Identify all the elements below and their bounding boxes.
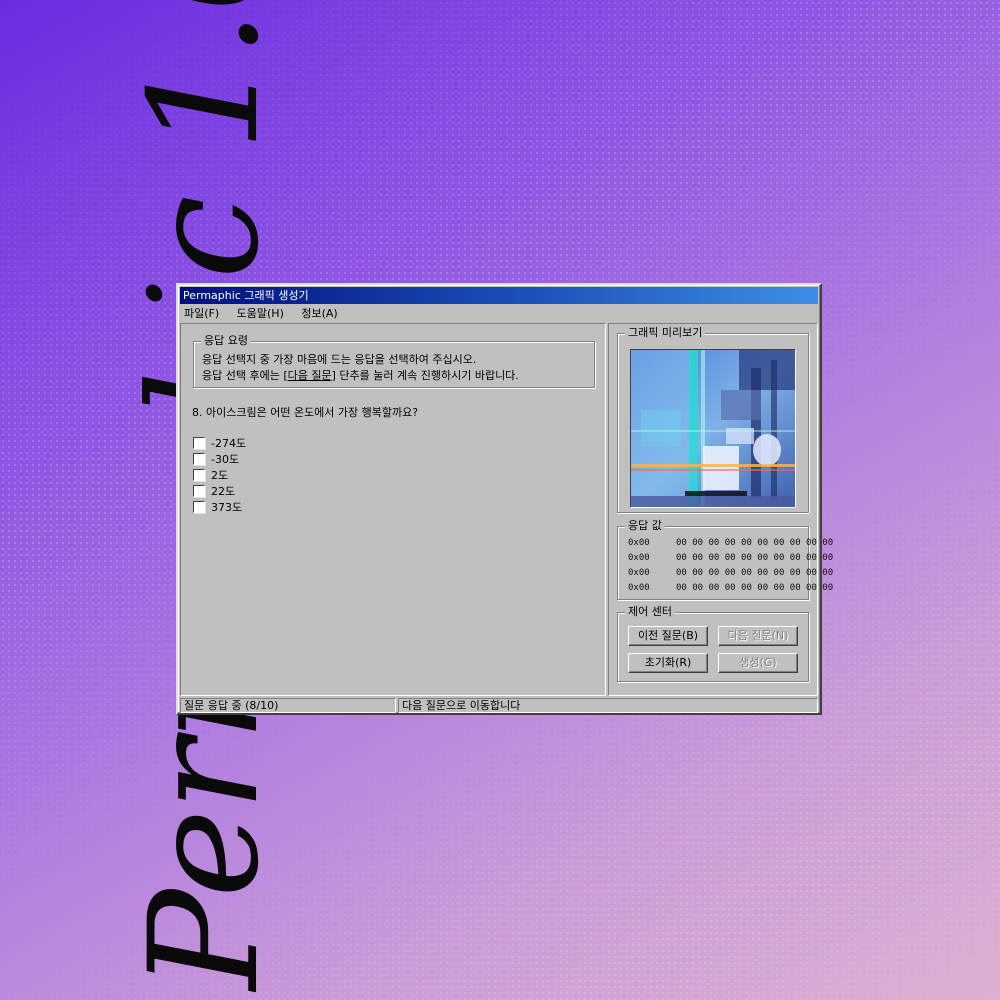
- hex-row: 0x00 00 00 00 00 00 00 00 00 00 00: [628, 583, 834, 593]
- guide-line-2: 응답 선택 후에는 [다음 질문] 단추를 눌러 계속 진행하시기 바랍니다.: [202, 369, 519, 382]
- answer-option[interactable]: 373도: [193, 499, 246, 515]
- guide-line-1: 응답 선택지 중 가장 마음에 드는 응답을 선택하여 주십시오.: [202, 353, 477, 366]
- answer-option[interactable]: 2도: [193, 467, 246, 483]
- response-values-legend: 응답 값: [625, 519, 665, 533]
- window-title[interactable]: Permaphic 그래픽 생성기: [180, 287, 818, 304]
- side-pane: 그래픽 미리보기 응답 값 0x00 00 00 00 00 00 00 00 …: [608, 323, 833, 696]
- hex-row: 0x00 00 00 00 00 00 00 00 00 00 00: [628, 568, 834, 578]
- checkbox[interactable]: [193, 453, 205, 465]
- option-label[interactable]: 22도: [211, 483, 235, 499]
- status-progress: 질문 응답 중 (8/10): [180, 698, 396, 713]
- question-text: 8. 아이스크림은 어떤 온도에서 가장 행복할까요?: [192, 406, 419, 419]
- status-bar: 질문 응답 중 (8/10) 다음 질문으로 이동합니다: [180, 698, 818, 713]
- guide-group: 응답 요령 응답 선택지 중 가장 마음에 드는 응답을 선택하여 주십시오. …: [193, 334, 595, 388]
- option-label[interactable]: 373도: [211, 499, 242, 515]
- checkbox[interactable]: [193, 501, 205, 513]
- status-message: 다음 질문으로 이동합니다: [398, 698, 818, 713]
- option-label[interactable]: -30도: [211, 451, 239, 467]
- graphic-preview-image: [630, 349, 796, 508]
- reset-button[interactable]: 초기화(R): [628, 653, 708, 673]
- control-center-legend: 제어 센터: [625, 605, 675, 619]
- guide-legend: 응답 요령: [201, 334, 251, 348]
- menu-bar: 파일(F) 도움말(H) 정보(A): [184, 306, 352, 322]
- checkbox[interactable]: [193, 437, 205, 449]
- hex-row: 0x00 00 00 00 00 00 00 00 00 00 00: [628, 553, 834, 563]
- menu-file[interactable]: 파일(F): [184, 307, 219, 320]
- hex-row: 0x00 00 00 00 00 00 00 00 00 00 00: [628, 538, 834, 548]
- question-pane: 응답 요령 응답 선택지 중 가장 마음에 드는 응답을 선택하여 주십시오. …: [180, 323, 606, 696]
- next-question-button[interactable]: 다음 질문(N): [718, 626, 798, 646]
- preview-group: 그래픽 미리보기: [617, 326, 809, 513]
- generate-button[interactable]: 생성(G): [718, 653, 798, 673]
- menu-about[interactable]: 정보(A): [301, 307, 337, 320]
- answer-option[interactable]: -274도: [193, 435, 246, 451]
- app-window: Permaphic 그래픽 생성기 파일(F) 도움말(H) 정보(A) 응답 …: [176, 283, 833, 715]
- menu-help[interactable]: 도움말(H): [237, 307, 284, 320]
- glitch-photo: [631, 350, 795, 507]
- guide-next-ref: 다음 질문: [287, 369, 332, 382]
- answer-options: -274도 -30도 2도 22도 373도: [193, 435, 246, 515]
- preview-legend: 그래픽 미리보기: [625, 326, 706, 340]
- answer-option[interactable]: 22도: [193, 483, 246, 499]
- checkbox[interactable]: [193, 485, 205, 497]
- option-label[interactable]: 2도: [211, 467, 228, 483]
- checkbox[interactable]: [193, 469, 205, 481]
- prev-question-button[interactable]: 이전 질문(B): [628, 626, 708, 646]
- option-label[interactable]: -274도: [211, 435, 246, 451]
- control-center-group: 제어 센터 이전 질문(B) 다음 질문(N) 초기화(R) 생성(G): [617, 605, 809, 682]
- response-values-group: 응답 값 0x00 00 00 00 00 00 00 00 00 00 00 0…: [617, 519, 833, 600]
- answer-option[interactable]: -30도: [193, 451, 246, 467]
